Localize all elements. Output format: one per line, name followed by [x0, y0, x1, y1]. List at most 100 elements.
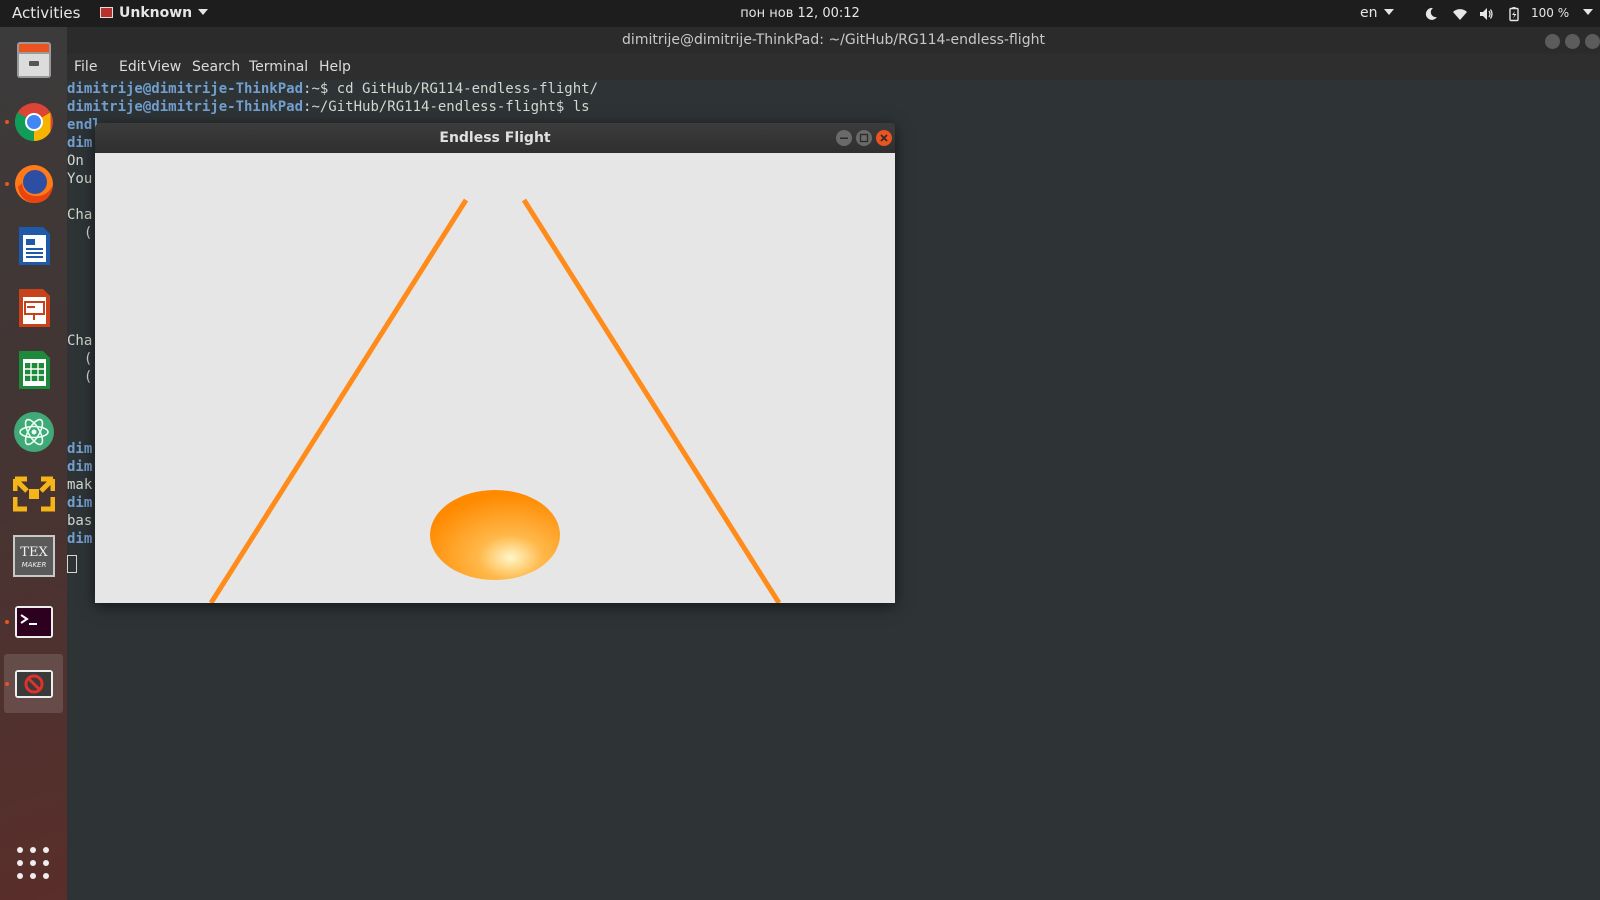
texmaker-icon: TEX MAKER — [13, 535, 55, 577]
terminal-line: mak — [67, 476, 92, 494]
prompt-text: dim — [67, 531, 93, 547]
chevron-down-icon — [1583, 9, 1593, 15]
terminal-line: You — [67, 170, 92, 188]
dock-item-vmware[interactable] — [4, 464, 63, 523]
maximize-button[interactable] — [1565, 34, 1580, 49]
language-indicator[interactable]: en — [1360, 0, 1394, 27]
dock-item-chrome[interactable] — [4, 92, 63, 151]
prompt-text: dim — [67, 495, 93, 511]
terminal-line: On — [67, 152, 84, 170]
running-indicator — [5, 120, 9, 124]
volume-icon[interactable] — [1478, 6, 1494, 22]
terminal-line: Cha — [67, 332, 92, 350]
dock-item-terminal[interactable] — [4, 592, 63, 651]
dock-item-impress[interactable] — [4, 278, 63, 337]
terminal-line: dim — [67, 530, 92, 548]
firefox-icon — [15, 165, 53, 203]
command-text: On — [67, 153, 84, 169]
terminal-line: ( — [67, 350, 92, 368]
chrome-icon — [14, 103, 53, 142]
minimize-button[interactable] — [836, 130, 852, 146]
terminal-menubar: File Edit View Search Terminal Help — [67, 54, 1600, 80]
running-indicator — [5, 182, 9, 186]
command-text: ( — [67, 225, 93, 241]
terminal-titlebar[interactable]: dimitrije@dimitrije-ThinkPad: ~/GitHub/R… — [67, 27, 1600, 54]
menu-view[interactable]: View — [148, 54, 181, 80]
system-menu-button[interactable] — [1577, 0, 1593, 27]
running-indicator — [5, 620, 9, 624]
minimize-button[interactable] — [1545, 34, 1560, 49]
game-scene — [95, 153, 895, 605]
language-label: en — [1360, 5, 1378, 21]
dock-item-writer[interactable] — [4, 216, 63, 275]
prompt-text: dim — [67, 441, 93, 457]
terminal-line: bas — [67, 512, 92, 530]
prompt-text: dim — [67, 459, 93, 475]
show-applications-icon[interactable] — [17, 847, 49, 879]
close-icon — [880, 134, 888, 142]
battery-icon[interactable] — [1506, 6, 1522, 22]
close-button[interactable] — [1585, 34, 1600, 49]
dock-item-endless-flight[interactable] — [4, 654, 63, 713]
terminal-line: ( — [67, 368, 92, 386]
command-text: mak — [67, 477, 93, 493]
command-text: :~$ cd GitHub/RG114-endless-flight/ — [303, 81, 599, 97]
dock-item-atom[interactable] — [4, 402, 63, 461]
minimize-icon — [840, 137, 848, 139]
terminal-cursor — [67, 555, 77, 573]
terminal-line: dimitrije@dimitrije-ThinkPad:~$ cd GitHu… — [67, 80, 598, 98]
terminal-line: dim — [67, 134, 92, 152]
terminal-line: dim — [67, 458, 92, 476]
endless-flight-titlebar[interactable]: Endless Flight — [95, 123, 895, 153]
texmaker-logo-text: TEX — [20, 545, 48, 560]
command-text: Cha — [67, 207, 93, 223]
terminal-line: Cha — [67, 206, 92, 224]
game-canvas[interactable] — [95, 153, 895, 605]
terminal-line: dim — [67, 440, 92, 458]
terminal-line: dimitrije@dimitrije-ThinkPad:~/GitHub/RG… — [67, 98, 590, 116]
chevron-down-icon — [1383, 9, 1394, 15]
dock-item-texmaker[interactable]: TEX MAKER — [4, 526, 63, 585]
terminal-icon — [15, 606, 53, 638]
menu-search[interactable]: Search — [192, 54, 240, 80]
prompt-text: dimitrije@dimitrije-ThinkPad — [67, 99, 304, 115]
texmaker-logo-subtext: MAKER — [22, 561, 47, 569]
command-text: bas — [67, 513, 93, 529]
dock-item-firefox[interactable] — [4, 154, 63, 213]
battery-percentage[interactable]: 100 % — [1531, 0, 1569, 27]
prompt-text: dim — [67, 135, 93, 151]
command-text: :~/GitHub/RG114-endless-flight$ ls — [303, 99, 590, 115]
night-light-icon[interactable] — [1423, 6, 1439, 22]
dock: TEX MAKER — [0, 27, 67, 900]
maximize-button[interactable] — [856, 130, 872, 146]
writer-icon — [19, 227, 50, 265]
file-cabinet-icon — [17, 42, 51, 78]
dock-item-calc[interactable] — [4, 340, 63, 399]
menu-help[interactable]: Help — [319, 54, 351, 80]
running-indicator — [5, 682, 9, 686]
menu-edit[interactable]: Edit — [119, 54, 146, 80]
terminal-line: ( — [67, 224, 92, 242]
impress-icon — [19, 289, 50, 327]
top-bar: Activities Unknown пон нов 12, 00:12 en … — [0, 0, 1600, 27]
atom-icon — [14, 412, 54, 452]
dock-item-files[interactable] — [4, 30, 63, 89]
terminal-title: dimitrije@dimitrije-ThinkPad: ~/GitHub/R… — [622, 32, 1045, 48]
maximize-icon — [859, 133, 869, 143]
wifi-icon[interactable] — [1452, 6, 1468, 22]
endless-flight-title: Endless Flight — [439, 130, 551, 146]
command-text: ( — [67, 351, 93, 367]
command-text: Cha — [67, 333, 93, 349]
endless-flight-window[interactable]: Endless Flight — [95, 123, 895, 605]
player-sphere — [430, 490, 560, 580]
close-button[interactable] — [876, 130, 892, 146]
terminal-line: dim — [67, 494, 92, 512]
blocked-app-icon — [15, 670, 53, 698]
command-text: You — [67, 171, 93, 187]
calc-icon — [19, 351, 50, 389]
menu-file[interactable]: File — [74, 54, 97, 80]
prompt-text: dimitrije@dimitrije-ThinkPad — [67, 81, 304, 97]
menu-terminal[interactable]: Terminal — [249, 54, 308, 80]
vmware-icon — [13, 476, 55, 512]
command-text: ( — [67, 369, 93, 385]
